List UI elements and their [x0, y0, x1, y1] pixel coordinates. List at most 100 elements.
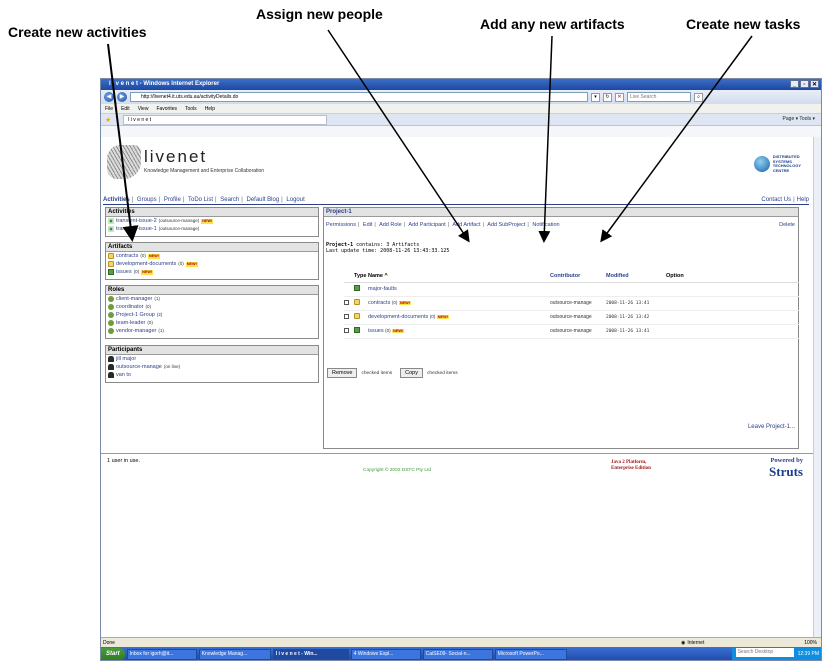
- page-scrollbar[interactable]: [813, 137, 821, 637]
- col-modified[interactable]: Modified: [606, 270, 666, 283]
- modified-cell: 2008-11-26 13:41: [606, 296, 666, 311]
- site-logo: livenet: [144, 147, 208, 166]
- row-checkbox[interactable]: [344, 313, 349, 319]
- menu-help[interactable]: Help: [205, 104, 215, 113]
- artifact-name[interactable]: development-documents (0) NEW!: [368, 310, 550, 325]
- taskbar-item[interactable]: Inbox for igorh@it...: [126, 649, 197, 660]
- address-bar[interactable]: http://livenet4.it.uts.edu.au/activityDe…: [130, 92, 588, 102]
- add-subproject-link[interactable]: Add SubProject: [487, 222, 525, 228]
- taskbar-item-active[interactable]: l i v e n e t - Win...: [272, 649, 349, 660]
- list-item[interactable]: vendor-manager (1): [106, 327, 318, 335]
- clock: 12:39 PM: [797, 651, 819, 657]
- table-row: contracts (0) NEW! outsource-manage 2008…: [344, 296, 799, 311]
- nav-logout[interactable]: Logout: [286, 197, 304, 203]
- taskbar-item[interactable]: Microsoft PowerPo...: [494, 649, 567, 660]
- nav-todo-list[interactable]: ToDo List: [188, 197, 213, 203]
- menu-view[interactable]: View: [138, 104, 149, 113]
- list-item[interactable]: jill major: [106, 355, 318, 363]
- callout-create-tasks: Create new tasks: [686, 16, 801, 32]
- minimize-icon[interactable]: _: [790, 80, 799, 88]
- folder-icon: [108, 261, 114, 267]
- add-artifact-link[interactable]: Add Artifact: [452, 222, 480, 228]
- menu-favorites[interactable]: Favorites: [156, 104, 177, 113]
- person-icon: [108, 364, 114, 370]
- favorites-star-icon[interactable]: ★: [105, 116, 111, 124]
- tab-livenet[interactable]: l i v e n e t: [123, 114, 328, 125]
- status-bar: Done ◉ Internet 100%: [101, 637, 821, 647]
- taskbar-item[interactable]: Knowledge Manag...: [198, 649, 271, 660]
- refresh-icon[interactable]: ↻: [603, 92, 612, 102]
- list-item[interactable]: development-documents (0) NEW!: [106, 260, 318, 268]
- artifact-name[interactable]: contracts (0) NEW!: [368, 296, 550, 311]
- bulk-actions: Remove checked items Copy checked items: [327, 368, 458, 378]
- close-icon[interactable]: ✕: [810, 80, 819, 88]
- annotated-screenshot: Create new activities Assign new people …: [0, 0, 836, 661]
- notification-link[interactable]: Notification: [532, 222, 559, 228]
- list-item[interactable]: van to: [106, 371, 318, 379]
- artifact-name[interactable]: issues (0) NEW!: [368, 324, 550, 339]
- project-panel: Project-1 Permissions | Edit | Add Role | A…: [323, 207, 799, 449]
- list-item[interactable]: coordinator (0): [106, 303, 318, 311]
- nav-default-blog[interactable]: Default Blog: [246, 197, 279, 203]
- nav-activities[interactable]: Activities: [103, 197, 130, 203]
- new-badge: NEW!: [201, 218, 214, 224]
- nav-help[interactable]: Help: [797, 197, 809, 203]
- list-item[interactable]: transient-issue-2 (outsource-manage) NEW!: [106, 217, 318, 225]
- modified-cell: 2008-11-26 13:42: [606, 310, 666, 325]
- nav-search[interactable]: Search: [220, 197, 239, 203]
- artifacts-panel: Artifacts contracts (0) NEW! development-d…: [105, 242, 319, 280]
- window-title: l i v e n e t - Windows Internet Explore…: [109, 81, 220, 87]
- stop-icon[interactable]: ✕: [615, 92, 624, 102]
- new-badge: NEW!: [436, 315, 449, 319]
- list-item[interactable]: issues (0) NEW!: [106, 268, 318, 276]
- artifact-name[interactable]: major-faults: [368, 282, 550, 297]
- main-nav: Activities | Groups | Profile | ToDo List | …: [103, 197, 809, 205]
- nav-profile[interactable]: Profile: [164, 197, 181, 203]
- add-participant-link[interactable]: Add Participant: [408, 222, 445, 228]
- nav-groups[interactable]: Groups: [137, 197, 157, 203]
- list-item[interactable]: Project-1 Group (2): [106, 311, 318, 319]
- toolbar-page-tools[interactable]: Page ▾ Tools ▾: [783, 116, 815, 122]
- taskbar-item[interactable]: 4 Windows Expl...: [350, 649, 421, 660]
- participants-panel: Participants jill major outsource-manage…: [105, 345, 319, 383]
- list-item[interactable]: contracts (0) NEW!: [106, 252, 318, 260]
- col-name[interactable]: Name ^: [368, 270, 550, 283]
- search-input[interactable]: Live Search: [627, 92, 691, 102]
- system-tray: Search Desktop 12:39 PM: [731, 648, 821, 660]
- start-button[interactable]: Start: [101, 648, 125, 660]
- leave-project-link[interactable]: Leave Project-1...: [748, 424, 795, 430]
- menu-tools[interactable]: Tools: [185, 104, 197, 113]
- row-checkbox[interactable]: [344, 327, 349, 333]
- nav-contact-us[interactable]: Contact Us: [761, 197, 791, 203]
- checked-items-label: checked items: [427, 370, 458, 376]
- list-item[interactable]: client-manager (1): [106, 295, 318, 303]
- menu-file[interactable]: File: [105, 104, 113, 113]
- role-icon: [108, 320, 114, 326]
- address-dropdown-icon[interactable]: ▾: [591, 92, 600, 102]
- maximize-icon[interactable]: ▫: [800, 80, 809, 88]
- back-arrow-icon[interactable]: ◀: [104, 92, 114, 102]
- menu-edit[interactable]: Edit: [121, 104, 130, 113]
- desktop-search-input[interactable]: Search Desktop: [735, 648, 794, 657]
- permissions-link[interactable]: Permissions: [326, 222, 356, 228]
- add-role-link[interactable]: Add Role: [379, 222, 402, 228]
- remove-button[interactable]: Remove: [327, 368, 358, 378]
- window-titlebar[interactable]: l i v e n e t - Windows Internet Explore…: [101, 79, 821, 90]
- row-checkbox[interactable]: [344, 299, 349, 305]
- activities-panel: Activities transient-issue-2 (outsource-m…: [105, 207, 319, 237]
- search-icon[interactable]: ⌕: [694, 92, 703, 102]
- table-row: development-documents (0) NEW! outsource…: [344, 310, 799, 325]
- issue-icon: [108, 269, 114, 275]
- address-row: ◀ ▶ http://livenet4.it.uts.edu.au/activi…: [101, 90, 821, 104]
- copy-button[interactable]: Copy: [400, 368, 423, 378]
- list-item[interactable]: team-leader (0): [106, 319, 318, 327]
- forward-arrow-icon[interactable]: ▶: [117, 92, 127, 102]
- list-item[interactable]: outsource-manage (on line): [106, 363, 318, 371]
- taskbar-item[interactable]: CaiSE09- Social-n...: [422, 649, 493, 660]
- list-item[interactable]: transient-issue-1 (outsource-manage): [106, 225, 318, 233]
- new-badge: NEW!: [398, 301, 412, 305]
- delete-link[interactable]: Delete: [779, 222, 795, 228]
- project-info: Project-1 contains: 3 Artifacts Last upd…: [326, 242, 450, 254]
- edit-link[interactable]: Edit: [363, 222, 372, 228]
- col-contributor[interactable]: Contributor: [550, 270, 606, 283]
